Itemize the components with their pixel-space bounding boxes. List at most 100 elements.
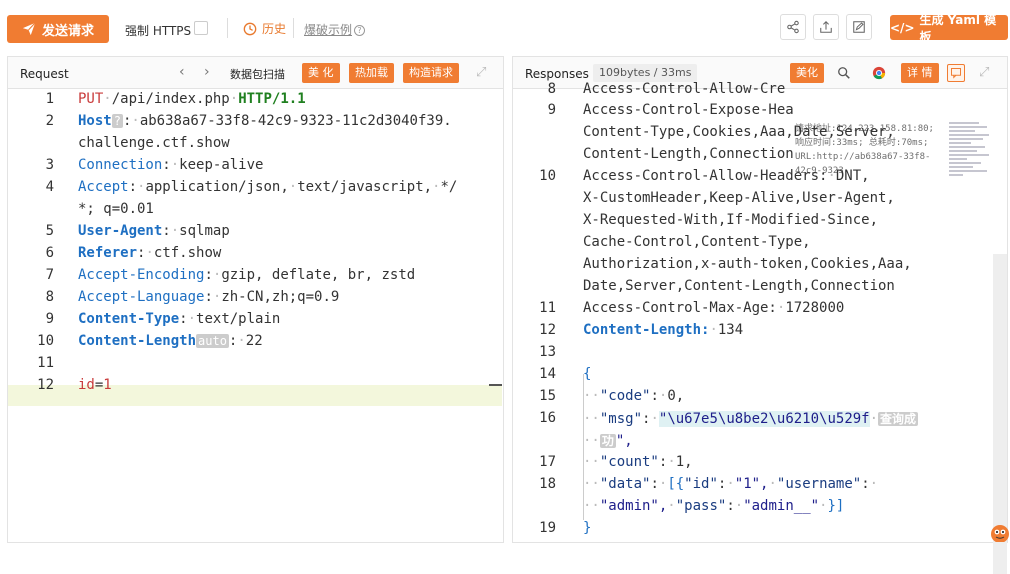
- header-host-cont: challenge.ctf.show: [78, 135, 230, 151]
- request-body: id=1: [78, 377, 112, 393]
- line-number: 10: [37, 333, 54, 349]
- share-button[interactable]: [780, 14, 806, 40]
- help-icon: ?: [354, 25, 366, 36]
- response-header-line: Access-Control-Expose-Hea: [583, 102, 794, 118]
- expand-icon[interactable]: ⤢: [476, 66, 489, 79]
- history-button[interactable]: 历史: [243, 20, 286, 37]
- json-count: ··"count":·1,: [583, 454, 693, 470]
- header-content-length: Content-Length auto:·22: [78, 333, 263, 349]
- upload-icon: [820, 21, 832, 33]
- beautify-button[interactable]: 美化: [790, 63, 824, 83]
- chrome-icon[interactable]: [870, 64, 888, 82]
- line-number: 11: [539, 300, 556, 316]
- json-data: ··"data":·[{"id":·"1",·"username":·: [583, 476, 879, 492]
- line-number: 8: [45, 289, 54, 305]
- edit-button[interactable]: [846, 14, 872, 40]
- request-line: PUT·/api/index.php·HTTP/1.1: [78, 91, 306, 107]
- expand-icon[interactable]: ⤢: [979, 66, 992, 79]
- response-header-line: Cache-Control,Content-Type,: [583, 234, 811, 250]
- toolbar-divider: [227, 18, 228, 38]
- line-number: 18: [539, 476, 556, 492]
- line-number: 15: [539, 388, 556, 404]
- force-https-label: 强制 HTTPS: [125, 24, 192, 38]
- comment-icon[interactable]: [947, 64, 965, 82]
- json-msg: ··"msg":·"\u67e5\u8be2\u6210\u529f· 查询成: [583, 411, 919, 427]
- header-accept: Accept:·application/json,·text/javascrip…: [78, 179, 458, 195]
- json-close-brace: }: [583, 520, 592, 536]
- line-number: 4: [45, 179, 54, 195]
- hot-load-button[interactable]: 热加载: [349, 63, 394, 83]
- response-header-line: Access-Control-Allow-Headers:·DNT,: [583, 168, 870, 184]
- header-user-agent: User-Agent:·sqlmap: [78, 223, 230, 239]
- line-number: 13: [539, 344, 556, 360]
- response-header-line: Date,Server,Content-Length,Connection: [583, 278, 895, 294]
- toolbar-divider: [293, 18, 294, 38]
- line-number: 1: [45, 91, 54, 107]
- request-pane-header: Request ‹ › 数据包扫描 美 化 热加载 构造请求 ⤢: [8, 57, 503, 89]
- build-request-button[interactable]: 构造请求: [403, 63, 459, 83]
- line-number: 12: [37, 377, 54, 393]
- response-header-line: X-CustomHeader,Keep-Alive,User-Agent,: [583, 190, 895, 206]
- line-number: 8: [547, 81, 556, 97]
- generate-yaml-button[interactable]: </> 生成 Yaml 模板: [890, 13, 1008, 44]
- export-button[interactable]: [813, 14, 839, 40]
- packet-scan-button[interactable]: 数据包扫描: [230, 66, 285, 82]
- header-content-type: Content-Type:·text/plain: [78, 311, 281, 327]
- chevron-right-icon[interactable]: ›: [204, 65, 218, 79]
- header-accept-encoding: Accept-Encoding:·gzip, deflate, br, zstd: [78, 267, 416, 283]
- response-header-line: Access-Control-Max-Age:·1728000: [583, 300, 845, 316]
- chevron-left-icon[interactable]: ‹: [179, 65, 193, 79]
- line-number: 16: [539, 410, 556, 426]
- response-header-line: Content-Length:·134: [583, 322, 744, 338]
- header-host: Host?:·ab638a67-33f8-42c9-9323-11c2d3040…: [78, 113, 452, 129]
- line-number: 5: [45, 223, 54, 239]
- brute-examples-link[interactable]: 爆破示例?: [304, 21, 366, 38]
- top-toolbar: 发送请求 强制 HTTPS 历史 爆破示例? </> 生成 Yaml 模板: [0, 0, 1010, 56]
- send-icon: [22, 22, 36, 36]
- generate-yaml-label: 生成 Yaml 模板: [919, 12, 997, 44]
- code-icon: </>: [890, 20, 915, 35]
- header-referer: Referer:·ctf.show: [78, 245, 222, 261]
- response-pane: Responses 109bytes / 33ms 美化 详 情 ⤢ 请求地址:…: [512, 56, 1008, 574]
- response-header-line: Authorization,x-auth-token,Cookies,Aaa,: [583, 256, 912, 272]
- line-number: 6: [45, 245, 54, 261]
- line-number: 7: [45, 267, 54, 283]
- response-header-line: Content-Type,Cookies,Aaa,Date,Server,: [583, 124, 895, 140]
- line-number: 9: [547, 102, 556, 118]
- line-number: 11: [37, 355, 54, 371]
- text-cursor: [489, 384, 502, 386]
- line-number: 12: [539, 322, 556, 338]
- responses-title: Responses: [525, 67, 589, 81]
- mascot-icon[interactable]: [988, 520, 1010, 542]
- line-number: 9: [45, 311, 54, 327]
- json-data-cont: ··"admin",·"pass":·"admin__"·}]: [583, 498, 845, 514]
- response-header-line: X-Requested-With,If-Modified-Since,: [583, 212, 879, 228]
- beautify-button[interactable]: 美 化: [302, 63, 340, 83]
- header-connection: Connection:·keep-alive: [78, 157, 264, 173]
- line-number: 17: [539, 454, 556, 470]
- line-number: 2: [45, 113, 54, 129]
- request-title: Request: [20, 67, 69, 81]
- json-open-brace: {: [583, 366, 592, 382]
- history-label: 历史: [262, 22, 287, 36]
- response-header-line: Content-Length,Connection: [583, 146, 794, 162]
- request-pane: Request ‹ › 数据包扫描 美 化 热加载 构造请求 ⤢ 1 2 3 4…: [7, 56, 504, 543]
- line-number: 10: [539, 168, 556, 184]
- edit-icon: [853, 21, 865, 33]
- code-minimap: [949, 122, 989, 176]
- json-msg-cont: ·· 功 ",: [583, 433, 633, 449]
- header-accept-language: Accept-Language:·zh-CN,zh;q=0.9: [78, 289, 340, 305]
- share-icon: [787, 20, 799, 34]
- search-icon[interactable]: [835, 64, 853, 82]
- line-number: 3: [45, 157, 54, 173]
- details-button[interactable]: 详 情: [901, 63, 939, 83]
- json-code: ··"code":·0,: [583, 388, 685, 404]
- line-number: 14: [539, 366, 556, 382]
- header-accept-cont: *; q=0.01: [78, 201, 154, 217]
- clock-icon: [243, 22, 257, 35]
- send-request-label: 发送请求: [41, 23, 94, 39]
- response-stats-badge: 109bytes / 33ms: [593, 64, 698, 82]
- response-header-line: Access-Control-Allow-Cre: [583, 81, 786, 97]
- send-request-button[interactable]: 发送请求: [7, 15, 109, 43]
- force-https-checkbox[interactable]: [194, 21, 208, 35]
